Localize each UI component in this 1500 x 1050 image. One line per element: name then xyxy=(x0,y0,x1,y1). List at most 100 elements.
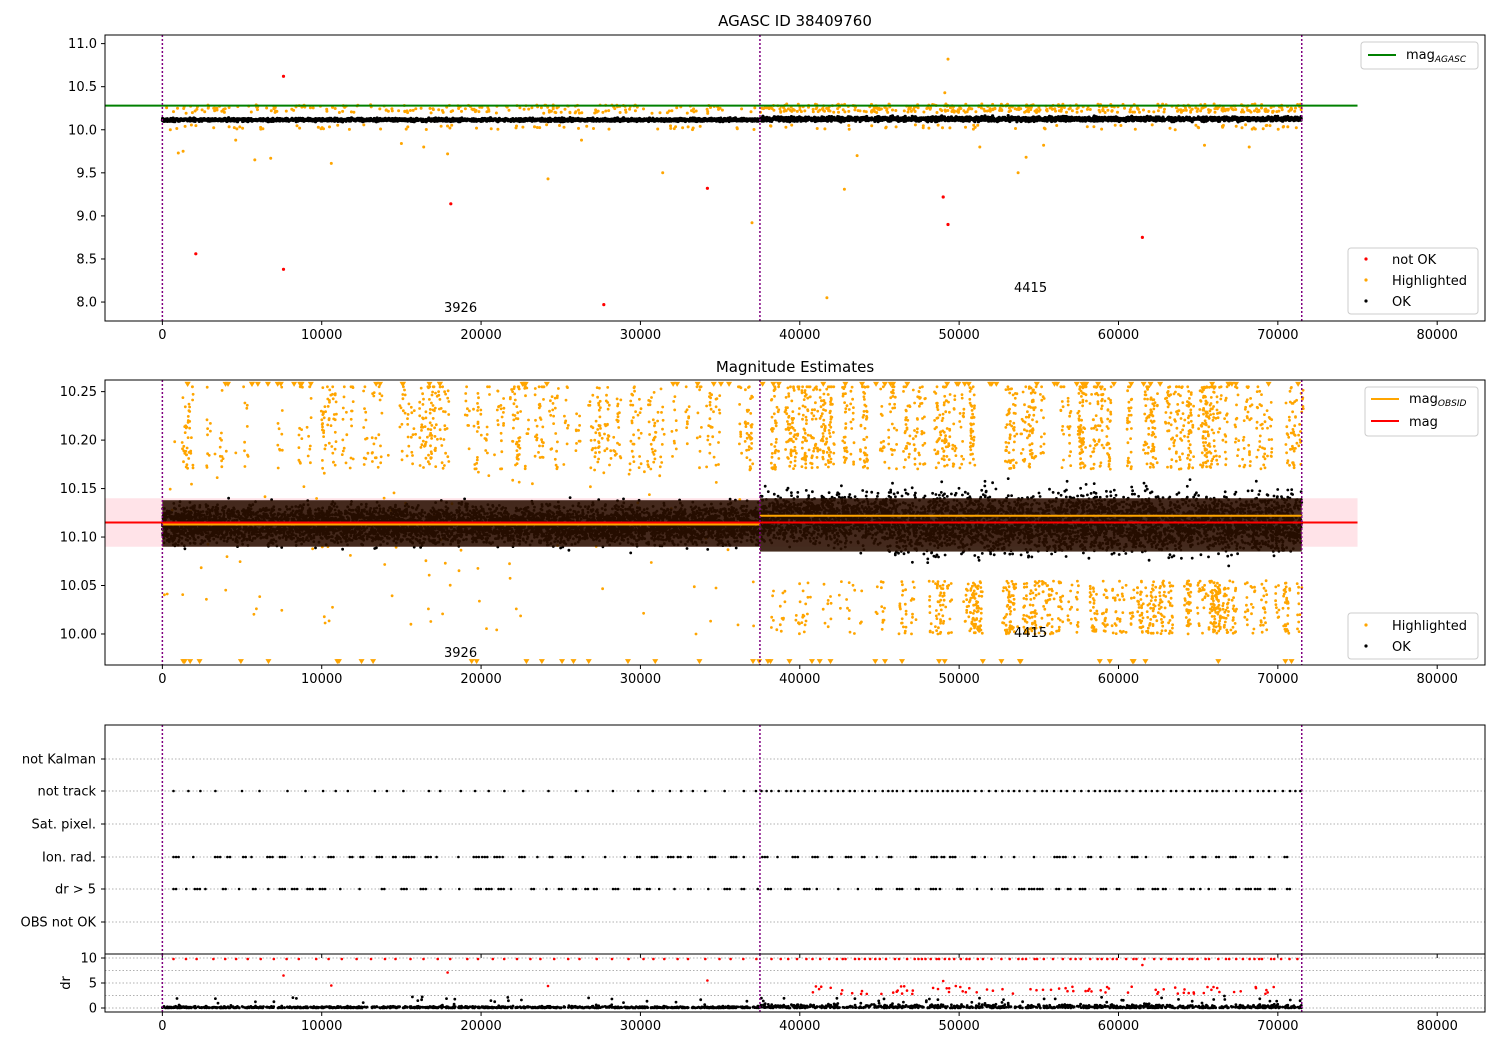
x-tick-label: 20000 xyxy=(460,328,501,343)
x-tick-label: 40000 xyxy=(779,1019,820,1034)
clipped-marker xyxy=(717,381,724,387)
x-tick-label: 80000 xyxy=(1417,672,1458,687)
panel1-axes: 0 10000 20000 30000 40000 50000 60000 70000 8000… xyxy=(68,37,1458,343)
clipped-marker xyxy=(726,381,733,387)
clipped-marker xyxy=(1215,659,1222,665)
flag-category-label: not Kalman xyxy=(22,753,96,768)
legend-mag-agasc-sub: AGASC xyxy=(1434,55,1467,65)
clipped-marker xyxy=(237,659,244,665)
ok-point xyxy=(160,114,1303,124)
panel2-legend-points: Highlighted OK xyxy=(1347,612,1479,660)
clipped-marker xyxy=(941,659,948,665)
y-tick-label: 8.0 xyxy=(76,296,97,311)
x-tick-label: 30000 xyxy=(620,672,661,687)
y-tick-label: 0 xyxy=(89,1002,97,1017)
x-tick-label: 0 xyxy=(158,328,166,343)
panel-agasc: AGASC ID 38409760 0 10000 20000 30000 40000 5… xyxy=(68,12,1486,343)
clipped-marker xyxy=(1288,659,1295,665)
y-tick-label: 10.15 xyxy=(60,482,97,497)
panel1-legend-lines: magAGASC xyxy=(1360,41,1479,70)
clipped-marker xyxy=(585,659,592,665)
y-tick-label: 10.5 xyxy=(68,80,97,95)
panel2-annotation-3926: 3926 xyxy=(444,646,477,661)
flag-category-label: Ion. rad. xyxy=(42,851,96,866)
flag-category-label: OBS not OK xyxy=(21,916,97,931)
legend-ok-marker xyxy=(1364,299,1368,303)
clipped-marker xyxy=(196,659,203,665)
panel1-annotation-4415: 4415 xyxy=(1014,281,1047,296)
dr-ok-point xyxy=(161,994,1303,1010)
panel-dr: 0 10000 20000 30000 40000 50000 60000 70000 8000… xyxy=(59,952,1486,1034)
x-tick-label: 50000 xyxy=(938,328,979,343)
y-tick-label: 5 xyxy=(89,977,97,992)
clipped-marker xyxy=(249,381,256,387)
y-tick-label: 10.0 xyxy=(68,123,97,138)
x-tick-label: 10000 xyxy=(301,1019,342,1034)
x-tick-label: 30000 xyxy=(620,328,661,343)
panel-flags: not Kalman not track Sat. pixel. Ion. rad. d… xyxy=(21,724,1486,958)
legend-mag-obsid-text: mag xyxy=(1409,392,1438,407)
clipped-marker xyxy=(816,659,823,665)
legend-ok-label: OK xyxy=(1392,295,1411,310)
x-tick-label: 70000 xyxy=(1257,1019,1298,1034)
panel4-plot-area xyxy=(105,954,1485,1012)
clipped-marker xyxy=(775,381,782,387)
x-tick-label: 60000 xyxy=(1098,1019,1139,1034)
clipped-marker xyxy=(872,659,879,665)
obsid-band xyxy=(759,498,1302,552)
legend-not-ok-label: not OK xyxy=(1392,253,1437,268)
clipped-marker xyxy=(710,381,717,387)
y-tick-label: 9.0 xyxy=(76,209,97,224)
x-tick-label: 50000 xyxy=(938,1019,979,1034)
x-tick-label: 80000 xyxy=(1417,328,1458,343)
flag-category-label: not track xyxy=(37,785,96,800)
clipped-marker xyxy=(899,659,906,665)
x-tick-label: 60000 xyxy=(1098,672,1139,687)
legend2-highlighted-label: Highlighted xyxy=(1392,619,1467,634)
clipped-marker xyxy=(696,659,703,665)
y-tick-label: 9.5 xyxy=(76,166,97,181)
clipped-marker xyxy=(965,381,972,387)
legend-mag-agasc-text: mag xyxy=(1406,48,1435,63)
panel1-legend-points: not OK Highlighted OK xyxy=(1347,247,1479,315)
clipped-marker xyxy=(264,381,271,387)
y-tick-label: 11.0 xyxy=(68,37,97,52)
x-tick-label: 40000 xyxy=(779,328,820,343)
clipped-marker xyxy=(979,659,986,665)
clipped-marker xyxy=(936,659,943,665)
x-tick-label: 40000 xyxy=(779,672,820,687)
panel1-annotation-3926: 3926 xyxy=(444,301,477,316)
highlighted-point xyxy=(165,57,1303,300)
clipped-marker xyxy=(998,659,1005,665)
clipped-marker xyxy=(786,659,793,665)
figure: AGASC ID 38409760 0 10000 20000 30000 40000 5… xyxy=(21,12,1486,1034)
x-tick-label: 0 xyxy=(158,1019,166,1034)
x-tick-label: 20000 xyxy=(460,672,501,687)
panel1-frame xyxy=(104,34,1486,322)
clipped-marker xyxy=(882,659,889,665)
y-tick-label: 10 xyxy=(80,952,97,967)
clipped-marker xyxy=(808,659,815,665)
flag-category-label: dr > 5 xyxy=(55,883,96,898)
panel2-annotation-4415: 4415 xyxy=(1014,626,1047,641)
clipped-marker xyxy=(358,659,365,665)
panel-magnitude-estimates: Magnitude Estimates 0 10000 20000 30000 4000… xyxy=(60,358,1486,687)
legend-mag-obsid-sub: OBSID xyxy=(1438,399,1467,409)
clipped-marker xyxy=(842,381,849,387)
clipped-marker xyxy=(1157,381,1164,387)
y-tick-label: 10.00 xyxy=(60,627,97,642)
clipped-marker xyxy=(1265,381,1272,387)
clipped-marker xyxy=(399,381,406,387)
dr-not-ok-point xyxy=(172,957,1299,996)
clipped-marker xyxy=(1295,381,1302,387)
x-tick-label: 60000 xyxy=(1098,328,1139,343)
clipped-marker xyxy=(652,659,659,665)
panel4-ylabel: dr xyxy=(59,976,74,990)
panel1-title: AGASC ID 38409760 xyxy=(718,12,872,30)
clipped-marker xyxy=(538,659,545,665)
clipped-marker xyxy=(570,659,577,665)
legend2-highlighted-marker xyxy=(1364,623,1368,627)
clipped-marker xyxy=(559,659,566,665)
x-tick-label: 50000 xyxy=(938,672,979,687)
clipped-marker xyxy=(265,659,272,665)
